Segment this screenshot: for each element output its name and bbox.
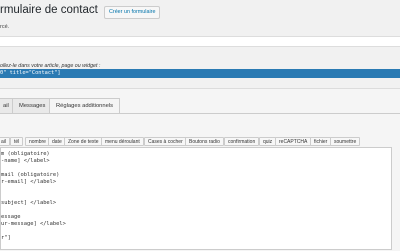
page-title: rmulaire de contact [0,4,98,16]
editor-line: mail (obligatoire) [1,172,60,178]
editor-line: r"] [1,235,11,241]
form-title-input[interactable] [0,36,400,47]
tag-button-recaptcha[interactable]: reCAPTCHA [275,137,312,146]
tag-button-quiz[interactable]: quiz [259,137,277,146]
form-template-editor[interactable]: m (obligatoire) -name] </label> mail (ob… [0,147,392,250]
tag-button-submit[interactable]: soumettre [330,137,361,146]
editor-line: -name] </label> [1,158,50,164]
tag-button-select[interactable]: menu déroulant [101,137,144,146]
tag-button-email[interactable]: ail [0,137,11,146]
tag-button-file[interactable]: fichier [310,137,332,146]
tag-button-acceptance[interactable]: confirmation [224,137,260,146]
tag-button-number[interactable]: nombre [25,137,50,146]
shortcode-field[interactable] [0,69,400,78]
editor-line: ur-message] </label> [1,221,66,227]
tab-additional-settings[interactable]: Réglages additionnels [49,98,121,114]
tag-button-textarea[interactable]: Zone de texte [64,137,103,146]
editor-line: subject] </label> [1,200,57,206]
editor-line: m (obligatoire) [1,151,50,157]
tag-button-checkbox[interactable]: Cases à cocher [144,137,187,146]
editor-line: essage [1,214,21,220]
new-form-button[interactable]: Créer un formulaire [104,6,161,19]
tab-divider [0,113,400,114]
tag-button-tel[interactable]: tél [10,137,24,146]
notice-text: rcé. [0,24,10,30]
tag-button-radio[interactable]: Boutons radio [185,137,224,146]
tab-messages[interactable]: Messages [12,98,53,113]
editor-line: r-email] </label> [1,179,57,185]
